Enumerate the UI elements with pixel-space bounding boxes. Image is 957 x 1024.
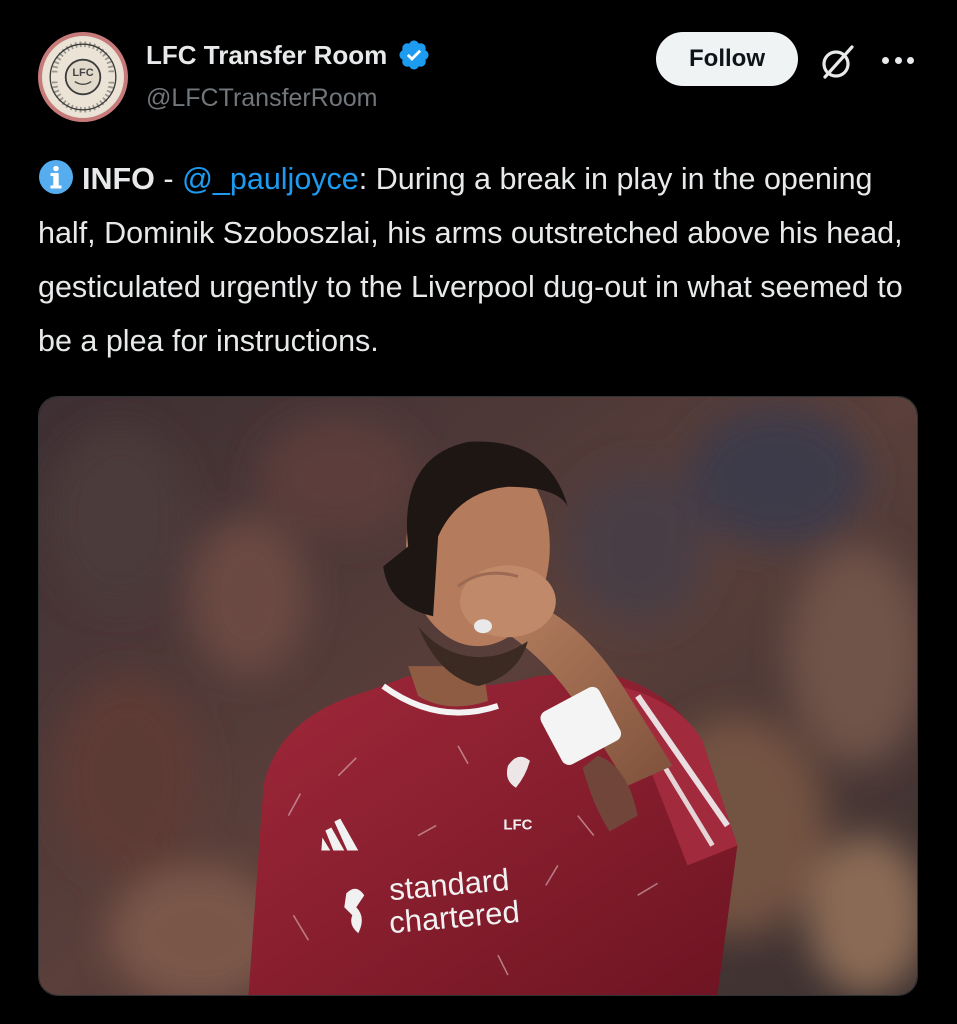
info-icon: [39, 160, 73, 194]
display-name[interactable]: LFC Transfer Room: [146, 40, 387, 71]
tweet-text: INFO - @_pauljoyce: During a break in pl…: [38, 152, 918, 368]
more-icon[interactable]: [878, 44, 918, 76]
verified-badge-icon[interactable]: [397, 38, 431, 72]
info-label: INFO: [82, 162, 155, 196]
more-dot: [907, 56, 914, 64]
author-names: LFC Transfer Room @LFCTransferRoom: [146, 38, 431, 113]
mention-link[interactable]: @_pauljoyce: [182, 162, 359, 196]
tweet-media-photo[interactable]: LFC standard chartered: [38, 396, 918, 996]
lfc-transfer-room-logo: LFC: [43, 37, 123, 117]
tweet-header: LFC LFC Transfer Room @LFCTransferRoom F…: [38, 32, 928, 124]
separator: -: [154, 162, 182, 196]
player-photo: LFC standard chartered: [39, 397, 917, 995]
avatar[interactable]: LFC: [38, 32, 128, 122]
author-handle[interactable]: @LFCTransferRoom: [146, 84, 431, 113]
svg-text:LFC: LFC: [72, 67, 93, 79]
display-name-row: LFC Transfer Room: [146, 38, 431, 72]
more-dot: [894, 56, 902, 64]
grok-icon[interactable]: [816, 40, 860, 84]
more-dot: [882, 56, 889, 64]
shirt-crest-text: LFC: [503, 817, 532, 834]
follow-button[interactable]: Follow: [656, 32, 798, 86]
